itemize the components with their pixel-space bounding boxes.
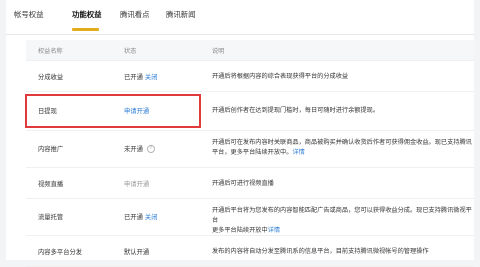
tab-tencent-news[interactable]: 腾讯新闻 — [166, 10, 196, 20]
row-status: 默认开通 — [124, 249, 150, 256]
tab-account-rights[interactable]: 帐号权益 — [14, 10, 44, 20]
description-line: 开通后可进行视频直播 — [212, 180, 274, 187]
row-status: 已开通 关闭 — [124, 212, 158, 221]
description-line: 开通后平台将为您发布的内容智能匹配广告或商品，您可以获得收益分成。现已支持腾讯微… — [212, 207, 472, 224]
description-line: 发布的内容将自动分发至腾讯系的信息平台，目前支持腾讯微视帐号的管理操作 — [212, 248, 429, 255]
table-row: 流量托管 已开通 关闭 开通后平台将为您发布的内容智能匹配广告或商品，您可以获得… — [26, 199, 474, 236]
content-panel: 帐号权益 功能权益 腾讯看点 腾讯新闻 权益名称 状态 说明 分成收益 已开通 … — [6, 0, 474, 267]
description-line: 开通后将根据内容的综合表现获得平台的分成收益 — [212, 73, 349, 80]
row-description: 发布的内容将自动分发至腾讯系的信息平台，目前支持腾讯微视帐号的管理操作 — [212, 247, 474, 257]
row-description: 开通后将根据内容的综合表现获得平台的分成收益 — [212, 72, 474, 82]
status-text: 已开通 — [124, 74, 143, 81]
apply-open-link[interactable]: 申请开通 — [124, 179, 149, 188]
status-text: 未开通 — [124, 146, 143, 153]
row-description: 开通后可在发布内容时关联商品，商品被购买并确认收货后作者可获得佣金收益。现已支持… — [212, 138, 474, 158]
tab-tencent-kandian[interactable]: 腾讯看点 — [120, 10, 150, 20]
info-icon[interactable]: ? — [146, 145, 155, 153]
table-row: 分成收益 已开通 关闭 开通后将根据内容的综合表现获得平台的分成收益 — [26, 61, 474, 92]
column-header-status: 状态 — [124, 48, 137, 55]
tab-feature-rights[interactable]: 功能权益 — [72, 10, 102, 20]
description-line: 更多平台陆续开放中详情 — [212, 227, 281, 234]
table-row: 内容推广 未开通 ? 开通后可在发布内容时关联商品，商品被购买并确认收货后作者可… — [26, 131, 474, 168]
table-row: 视频直播 申请开通 开通后可进行视频直播 — [26, 168, 474, 199]
description-line: 开通后可在发布内容时关联商品，商品被购买并确认收货后作者可获得佣金收益。现已支持… — [212, 139, 472, 146]
row-name: 内容多平台分发 — [38, 249, 83, 256]
row-status: 已开通 关闭 — [124, 72, 158, 81]
row-name: 流量托管 — [38, 214, 64, 221]
close-link[interactable]: 关闭 — [145, 214, 158, 221]
details-link[interactable]: 详情 — [268, 227, 280, 234]
tab-bar: 帐号权益 功能权益 腾讯看点 腾讯新闻 — [6, 0, 474, 35]
row-name: 视频直播 — [38, 181, 64, 188]
table-row: 内容多平台分发 默认开通 发布的内容将自动分发至腾讯系的信息平台，目前支持腾讯微… — [26, 236, 474, 267]
row-name: 内容推广 — [38, 146, 64, 153]
row-name: 日提现 — [38, 108, 57, 115]
table-row: 日提现 申请开通 开通后创作者在达到提现门槛时，每日可随时进行余额提现。 — [26, 92, 474, 131]
status-text: 已开通 — [124, 214, 143, 221]
table-header: 权益名称 状态 说明 — [26, 40, 474, 61]
row-name: 分成收益 — [38, 74, 64, 81]
row-description: 开通后可进行视频直播 — [212, 179, 474, 189]
column-header-name: 权益名称 — [38, 48, 63, 55]
row-description: 开通后平台将为您发布的内容智能匹配广告或商品，您可以获得收益分成。现已支持腾讯微… — [212, 206, 474, 236]
close-link[interactable]: 关闭 — [145, 74, 158, 81]
apply-open-link[interactable]: 申请开通 — [124, 106, 149, 115]
column-header-desc: 说明 — [212, 48, 225, 55]
row-status: 未开通 ? — [124, 144, 155, 153]
description-line: 开通后创作者在达到提现门槛时，每日可随时进行余额提现。 — [212, 107, 380, 114]
active-tab-indicator — [72, 28, 99, 31]
details-link[interactable]: 详情 — [292, 149, 304, 156]
description-line: 平台，更多平台陆续开放中。详情 — [212, 149, 305, 156]
row-description: 开通后创作者在达到提现门槛时，每日可随时进行余额提现。 — [212, 106, 474, 116]
